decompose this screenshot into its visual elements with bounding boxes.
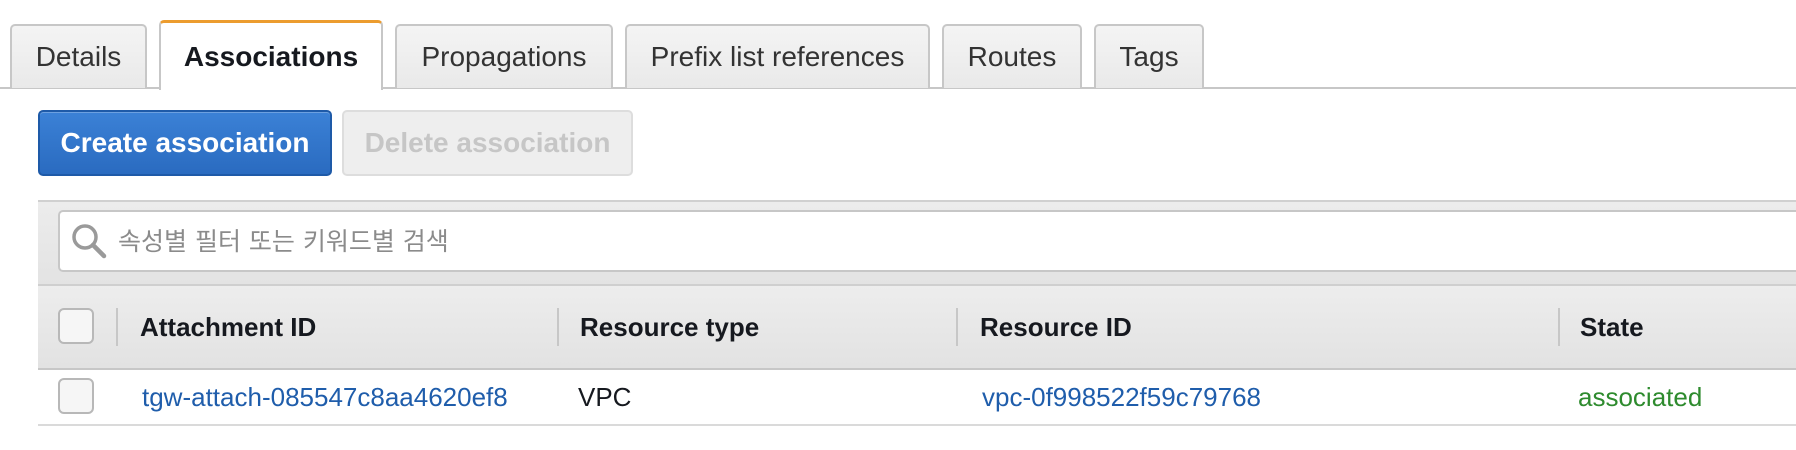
row-checkbox[interactable]: [58, 378, 94, 414]
search-box[interactable]: [58, 210, 1796, 272]
tab-bar: Details Associations Propagations Prefix…: [0, 0, 1796, 90]
tab-label: Propagations: [421, 41, 587, 72]
column-header-state[interactable]: State: [1580, 286, 1644, 368]
state-cell: associated: [1578, 382, 1703, 412]
tab-label: Details: [35, 41, 122, 72]
delete-association-label: Delete association: [364, 127, 611, 158]
tab-routes[interactable]: Routes: [942, 24, 1082, 88]
table-row[interactable]: tgw-attach-085547c8aa4620ef8 VPC vpc-0f9…: [38, 370, 1796, 426]
column-divider[interactable]: [116, 308, 118, 346]
create-association-label: Create association: [60, 127, 310, 158]
tab-tags[interactable]: Tags: [1094, 24, 1204, 88]
column-divider[interactable]: [956, 308, 958, 346]
attachment-id-link[interactable]: tgw-attach-085547c8aa4620ef8: [142, 370, 508, 424]
resource-id-link[interactable]: vpc-0f998522f59c79768: [982, 370, 1261, 424]
tab-details[interactable]: Details: [10, 24, 147, 88]
table-header: Attachment ID Resource type Resource ID …: [38, 284, 1796, 370]
tab-associations[interactable]: Associations: [159, 20, 383, 90]
select-all-checkbox[interactable]: [58, 308, 94, 344]
delete-association-button: Delete association: [342, 110, 633, 176]
tab-label: Tags: [1119, 41, 1179, 72]
tab-prefix-list-references[interactable]: Prefix list references: [625, 24, 930, 88]
column-divider[interactable]: [557, 308, 559, 346]
tab-label: Prefix list references: [650, 41, 905, 72]
column-divider[interactable]: [1558, 308, 1560, 346]
tab-propagations[interactable]: Propagations: [395, 24, 613, 88]
tab-label: Routes: [967, 41, 1057, 72]
column-header-resource-type[interactable]: Resource type: [580, 286, 759, 368]
create-association-button[interactable]: Create association: [38, 110, 332, 176]
search-icon: [70, 222, 108, 260]
search-input[interactable]: [118, 212, 1718, 270]
tab-label: Associations: [183, 40, 359, 72]
resource-type-cell: VPC: [578, 382, 632, 412]
column-header-resource-id[interactable]: Resource ID: [980, 286, 1132, 368]
column-header-attachment-id[interactable]: Attachment ID: [140, 286, 316, 368]
